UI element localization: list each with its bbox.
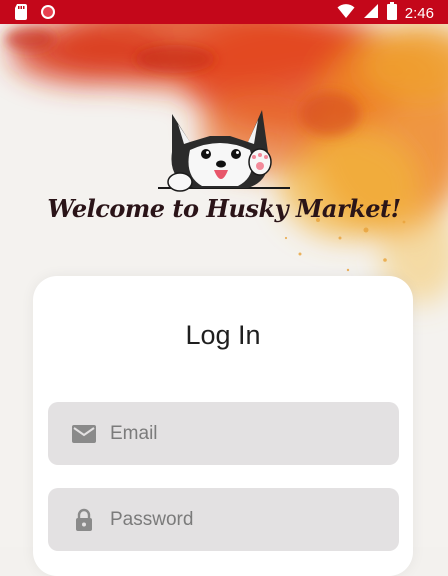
battery-icon — [386, 2, 397, 25]
lock-icon — [71, 508, 97, 532]
record-icon — [40, 4, 56, 25]
status-time: 2:46 — [404, 5, 434, 22]
password-field[interactable] — [48, 488, 399, 551]
signal-icon — [363, 3, 379, 24]
email-input[interactable] — [108, 416, 382, 452]
login-card: Log In — [33, 276, 413, 576]
husky-logo — [158, 110, 290, 192]
wifi-icon — [337, 3, 355, 24]
welcome-heading: Welcome to Husky Market! — [47, 194, 401, 223]
status-bar: 2:46 — [0, 0, 448, 24]
mail-icon — [71, 422, 97, 446]
email-field[interactable] — [48, 402, 399, 465]
password-input[interactable] — [108, 502, 382, 538]
sd-card-icon — [14, 4, 28, 25]
login-title: Log In — [185, 320, 261, 350]
